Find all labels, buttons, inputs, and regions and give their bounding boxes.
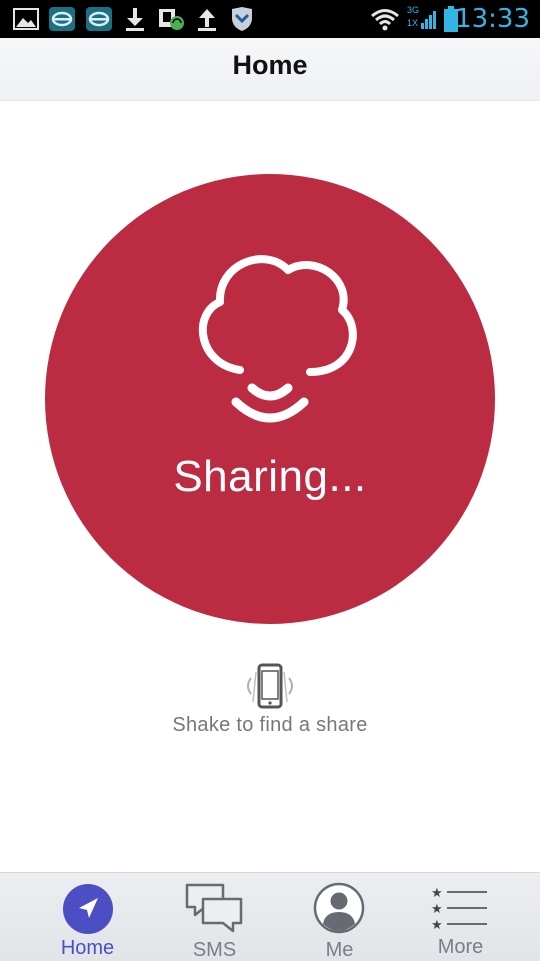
user-avatar-icon [313,882,365,934]
chat-bubbles-icon [185,883,243,933]
shake-phone-icon [247,663,293,709]
page-title: Home [232,50,308,80]
nav-item-more[interactable]: ★ ★ ★ More [393,873,528,961]
app-icon [86,7,112,31]
sync-icon [159,9,184,30]
svg-text:★: ★ [431,886,443,901]
status-bar: 3G 1X 13:33 [0,0,540,38]
star-list-icon: ★ ★ ★ [431,886,487,931]
bottom-nav: Home SMS Me ★ ★ ★ More [0,872,540,961]
nav-item-home[interactable]: Home [20,873,155,961]
gallery-icon [13,8,39,30]
nav-label-sms: SMS [192,939,237,961]
share-button[interactable]: Sharing... [45,174,495,624]
upload-icon [198,9,216,31]
nav-label-more: More [437,936,484,958]
cloud-share-icon [198,255,357,423]
wifi-icon [371,9,399,31]
header: Home [0,38,540,101]
app-icon [49,7,75,31]
shake-hint: Shake to find a share [172,714,368,736]
download-icon [126,8,144,31]
shield-icon [232,7,252,31]
sharing-status: Sharing... [173,452,367,501]
navigation-arrow-icon [63,884,113,934]
nav-item-sms[interactable]: SMS [147,873,282,961]
nav-label-home: Home [60,937,115,959]
svg-text:★: ★ [431,902,443,917]
svg-text:★: ★ [431,918,443,931]
signal-icon: 3G 1X [407,5,437,33]
clock: 13:33 [455,4,530,34]
nav-item-me[interactable]: Me [272,873,407,961]
nav-label-me: Me [325,939,354,961]
